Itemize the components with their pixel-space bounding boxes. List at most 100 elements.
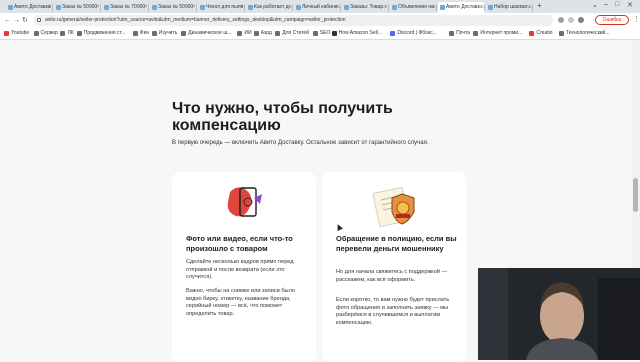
- chevron-down-icon[interactable]: ⌄: [592, 1, 598, 9]
- extension-icon[interactable]: [558, 17, 564, 23]
- tab-close-icon[interactable]: ×: [192, 2, 195, 13]
- tab-label: Авито Доставк...: [446, 4, 484, 10]
- bookmark-item[interactable]: Discord | Фбокс...: [390, 28, 437, 39]
- menu-dots-icon[interactable]: ⋮: [633, 15, 640, 23]
- bookmark-item[interactable]: Технологический...: [558, 28, 610, 39]
- profile-avatar-icon[interactable]: [578, 17, 584, 23]
- card-paragraph: Сделайте несколько кадров прямо перед от…: [186, 259, 294, 281]
- bookmark-item[interactable]: SEO: [312, 28, 331, 39]
- tab-separator: [292, 4, 293, 11]
- browser-tab[interactable]: Чехол для пыле... ×: [198, 2, 245, 13]
- browser-tab[interactable]: Объявление на... ×: [390, 2, 437, 13]
- bookmark-item[interactable]: Интернет проми...: [473, 28, 522, 39]
- tab-close-icon[interactable]: ×: [528, 2, 531, 13]
- tab-close-icon[interactable]: ×: [48, 2, 51, 13]
- tab-close-icon[interactable]: ×: [240, 2, 243, 13]
- bookmark-label: Для Статей: [282, 30, 309, 36]
- maximize-icon[interactable]: □: [615, 1, 619, 8]
- bookmark-label: Интернет проми...: [480, 30, 523, 36]
- bookmark-item[interactable]: Youtube: [4, 28, 29, 39]
- tab-close-icon[interactable]: ×: [288, 2, 291, 13]
- minimize-icon[interactable]: –: [604, 1, 608, 8]
- page-subtitle: В первую очередь — включить Авито Достав…: [172, 140, 429, 146]
- browser-tab[interactable]: Заказы: Товар... ×: [342, 2, 389, 13]
- tab-close-icon[interactable]: ×: [144, 2, 147, 13]
- bookmark-label: ИИ: [244, 30, 252, 36]
- tab-favicon-icon: [56, 5, 61, 10]
- browser-tab[interactable]: Заказ № 50000 ×: [54, 2, 101, 13]
- bookmark-label: Фин: [139, 30, 150, 36]
- bookmark-item[interactable]: Для Статей: [275, 28, 309, 39]
- card-paragraph: Если коротко, то вам нужно будет прислат…: [336, 297, 450, 326]
- tab-label: Заказы: Товар...: [350, 4, 388, 10]
- bookmark-item[interactable]: Почта: [449, 28, 470, 39]
- forward-icon[interactable]: →: [13, 16, 20, 25]
- folder-icon: [4, 31, 9, 36]
- browser-tab[interactable]: Заказ № 50000 ×: [150, 2, 197, 13]
- close-window-icon[interactable]: ✕: [627, 1, 633, 9]
- new-tab-icon[interactable]: +: [537, 1, 542, 10]
- bookmark-item[interactable]: ЛК: [60, 28, 74, 39]
- url-text: avito.ru/general/seller-protection?utm_s…: [45, 17, 346, 23]
- bookmark-item[interactable]: Фин: [132, 28, 150, 39]
- browser-tab[interactable]: Набор шахмат... ×: [486, 2, 533, 13]
- address-bar[interactable]: avito.ru/general/seller-protection?utm_s…: [33, 15, 553, 26]
- bookmark-label: Азрд: [260, 30, 272, 36]
- bookmark-label: Изучить: [158, 30, 178, 36]
- tab-separator: [196, 4, 197, 11]
- tab-label: Как работает д...: [254, 4, 293, 10]
- bookmark-item[interactable]: Creatio: [529, 28, 553, 39]
- folder-icon: [449, 31, 455, 36]
- page-title: Что нужно, чтобы получить компенсацию: [172, 100, 393, 134]
- bookmark-item[interactable]: Динамическое ш...: [181, 28, 232, 39]
- browser-tab[interactable]: Личный кабине... ×: [294, 2, 341, 13]
- folder-icon: [312, 31, 318, 36]
- bookmark-item[interactable]: Азрд: [253, 28, 272, 39]
- tab-separator: [148, 4, 149, 11]
- tab-label: Набор шахмат...: [494, 4, 532, 10]
- presenter-video: [478, 268, 640, 360]
- bookmark-label: ЛК: [67, 30, 74, 36]
- error-button[interactable]: Ошибка: [595, 15, 629, 25]
- bookmark-item[interactable]: Продвижения ст...: [76, 28, 125, 39]
- requirement-card-photo: Фото или видео, если что-то произошло с …: [172, 172, 316, 362]
- browser-tab[interactable]: Как работает д... ×: [246, 2, 293, 13]
- folder-icon: [331, 31, 337, 36]
- browser-tab[interactable]: Авито Доставк... ×: [438, 2, 485, 13]
- reload-icon[interactable]: ↻: [22, 16, 28, 25]
- tab-close-icon[interactable]: ×: [432, 2, 435, 13]
- tab-favicon-icon: [104, 5, 109, 10]
- folder-icon: [275, 31, 281, 36]
- tab-close-icon[interactable]: ×: [384, 2, 387, 13]
- bookmark-label: Почта: [456, 30, 470, 36]
- card-paragraph: Но для начала свяжитесь с поддержкой — р…: [336, 269, 448, 283]
- bookmark-item[interactable]: Сервер: [33, 28, 58, 39]
- folder-icon: [558, 31, 564, 36]
- scrollbar-thumb[interactable]: [633, 178, 638, 212]
- card-title: Обращение в полицию, если вы перевели де…: [336, 234, 457, 253]
- bookmark-item[interactable]: How Amazon Sell...: [331, 28, 382, 39]
- bookmark-label: SEO: [319, 30, 331, 36]
- tab-separator: [100, 4, 101, 11]
- requirement-card-police: Обращение в полицию, если вы перевели де…: [322, 172, 466, 362]
- tab-favicon-icon: [152, 5, 157, 10]
- tab-favicon-icon: [248, 5, 253, 10]
- webcam-overlay: [478, 268, 640, 360]
- puzzle-icon[interactable]: [568, 17, 574, 23]
- folder-icon: [237, 31, 243, 36]
- bookmark-item[interactable]: Изучить: [151, 28, 178, 39]
- tab-close-icon[interactable]: ×: [336, 2, 339, 13]
- bookmark-label: Технологический...: [565, 30, 610, 36]
- bookmark-label: Discord | Фбокс...: [397, 30, 437, 36]
- bookmark-item[interactable]: ИИ: [237, 28, 252, 39]
- browser-tab[interactable]: Заказ № 70000 ×: [102, 2, 149, 13]
- tab-label: Заказ № 50000: [158, 4, 194, 10]
- bookmark-label: Creatio: [536, 30, 553, 36]
- browser-toolbar: ← → ↻ avito.ru/general/seller-protection…: [0, 13, 640, 28]
- browser-tab[interactable]: Авито Доставка ×: [6, 2, 53, 13]
- tab-favicon-icon: [344, 5, 349, 10]
- tab-close-icon[interactable]: ×: [480, 2, 483, 13]
- tab-close-icon[interactable]: ×: [96, 2, 99, 13]
- back-icon[interactable]: ←: [4, 16, 11, 25]
- bookmarks-bar: Youtube Сервер ЛК Продвижения ст... Фин Изучи…: [0, 28, 640, 40]
